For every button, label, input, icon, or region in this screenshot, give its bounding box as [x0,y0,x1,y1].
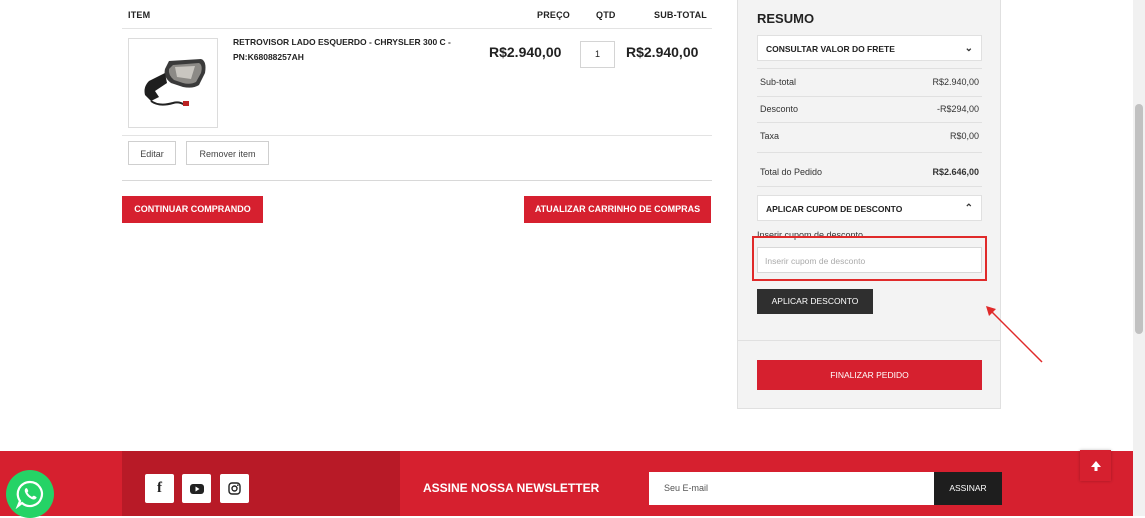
annotation-arrow-icon [986,306,1043,363]
product-image[interactable] [128,38,218,128]
newsletter-title: ASSINE NOSSA NEWSLETTER [423,481,600,495]
subtotal-value: R$2.940,00 [932,77,979,87]
remove-item-button[interactable]: Remover item [186,141,269,165]
scrollbar-thumb[interactable] [1135,104,1143,334]
summary-divider [757,96,982,97]
whatsapp-button[interactable] [6,470,54,518]
product-subtotal: R$2.940,00 [626,44,699,60]
chevron-up-icon: ⌃ [964,203,973,214]
update-cart-button[interactable]: ATUALIZAR CARRINHO DE COMPRAS [524,196,711,223]
product-name[interactable]: RETROVISOR LADO ESQUERDO - CHRYSLER 300 … [233,35,468,65]
summary-title: RESUMO [757,11,815,26]
actions-divider [122,180,712,181]
order-total-label: Total do Pedido [760,167,823,177]
tax-value: R$0,00 [949,131,979,141]
shipping-accordion-label: CONSULTAR VALOR DO FRETE [766,44,895,54]
side-mirror-icon [144,59,206,106]
discount-value: -R$294,00 [936,104,979,114]
newsletter-email-input[interactable]: Seu E-mail [649,472,934,505]
tax-label: Taxa [760,131,780,141]
shipping-accordion[interactable]: CONSULTAR VALOR DO FRETE ⌄ [757,35,982,61]
product-price: R$2.940,00 [489,44,562,60]
item-divider [122,135,712,136]
arrow-up-icon [1090,460,1101,471]
finalize-order-button[interactable]: FINALIZAR PEDIDO [757,360,982,390]
chevron-down-icon: ⌄ [964,43,973,54]
whatsapp-icon [15,480,44,509]
summary-divider [757,152,982,153]
discount-label: Desconto [760,104,799,114]
summary-divider [757,68,982,69]
continue-shopping-button[interactable]: CONTINUAR COMPRANDO [122,196,263,223]
summary-divider [757,122,982,123]
column-header-price: PREÇO [537,10,571,20]
column-header-qty: QTD [596,10,616,20]
quantity-input[interactable]: 1 [580,41,615,68]
instagram-icon[interactable] [220,474,249,503]
header-divider [122,28,712,29]
newsletter-subscribe-button[interactable]: ASSINAR [934,472,1002,505]
summary-divider [757,186,982,187]
youtube-icon[interactable] [182,474,211,503]
back-to-top-button[interactable] [1080,450,1111,481]
order-total-value: R$2.646,00 [932,167,979,177]
edit-button[interactable]: Editar [128,141,176,165]
column-header-subtotal: SUB-TOTAL [654,10,707,20]
subtotal-label: Sub-total [760,77,797,87]
coupon-accordion[interactable]: APLICAR CUPOM DE DESCONTO ⌃ [757,195,982,221]
coupon-accordion-label: APLICAR CUPOM DE DESCONTO [766,204,903,214]
column-header-item: ITEM [128,10,151,20]
summary-divider [737,340,1001,341]
facebook-icon[interactable]: f [145,474,174,503]
highlight-box [752,236,987,281]
apply-discount-button[interactable]: APLICAR DESCONTO [757,289,873,314]
